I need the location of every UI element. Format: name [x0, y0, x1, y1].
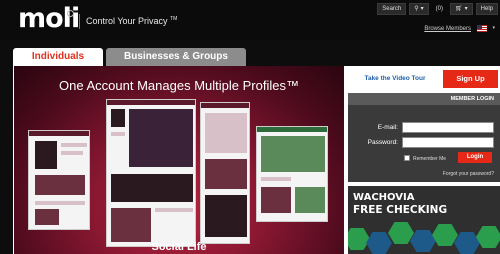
cart-button[interactable]: 🛒︎ ▾	[450, 3, 473, 15]
cart-count-label: (0)	[435, 6, 444, 12]
ad-decoration	[432, 224, 458, 246]
help-button[interactable]: Help	[475, 3, 498, 15]
tagline-trademark: TM	[170, 16, 178, 22]
password-label: Password:	[367, 139, 398, 146]
search-button[interactable]: Search	[377, 3, 407, 15]
ad-decoration	[366, 232, 392, 254]
ad-decoration	[348, 228, 370, 250]
email-label: E-mail:	[377, 124, 398, 131]
site-header: moli Control Your Privacy TM Search ⚲ ▾ …	[0, 0, 500, 40]
login-button[interactable]: Login	[458, 152, 492, 163]
hero-banner[interactable]: One Account Manages Multiple Profiles™ S…	[14, 66, 344, 254]
header-divider	[79, 14, 80, 29]
us-flag-icon[interactable]	[477, 25, 487, 32]
profile-screenshot	[200, 102, 250, 244]
ad-subtitle: FREE CHECKING	[353, 204, 448, 216]
search-icon: ⚲	[414, 6, 419, 12]
wachovia-ad-banner[interactable]: WACHOVIA FREE CHECKING	[348, 186, 500, 254]
tagline-text: Control Your Privacy	[86, 16, 168, 26]
profile-screenshot	[256, 126, 328, 222]
browse-members-link[interactable]: Browse Members	[424, 26, 471, 32]
forgot-password-link[interactable]: Forgot your password?	[388, 171, 494, 177]
password-field[interactable]	[402, 137, 494, 148]
tab-businesses-groups[interactable]: Businesses & Groups	[106, 48, 246, 66]
remember-me-checkbox[interactable]	[404, 155, 410, 161]
ad-title: WACHOVIA	[353, 192, 415, 203]
hero-headline: One Account Manages Multiple Profiles™	[59, 78, 299, 93]
ad-decoration	[476, 226, 500, 248]
ad-decoration	[410, 230, 436, 252]
cart-count[interactable]: (0)	[432, 3, 447, 15]
member-login-box: MEMBER LOGIN E-mail: Password: Remember …	[348, 93, 500, 182]
search-options-button[interactable]: ⚲ ▾	[409, 3, 429, 15]
tab-individuals[interactable]: Individuals	[13, 48, 103, 66]
chevron-down-icon: ▾	[420, 6, 424, 12]
sign-up-button[interactable]: Sign Up	[443, 70, 498, 88]
profile-screenshot	[28, 130, 90, 230]
logo-registered-mark	[67, 10, 74, 17]
ad-decoration	[454, 232, 480, 254]
moli-logo[interactable]: moli	[18, 4, 80, 34]
profile-screenshot	[106, 99, 196, 247]
remember-me-label: Remember Me	[413, 156, 447, 162]
top-utility-bar: Search ⚲ ▾ (0) 🛒︎ ▾ Help	[377, 3, 498, 15]
ad-decoration	[388, 222, 414, 244]
cart-icon: 🛒︎	[455, 6, 463, 12]
email-field[interactable]	[402, 122, 494, 133]
tagline: Control Your Privacy TM	[86, 16, 177, 26]
chevron-down-icon[interactable]: ▾	[492, 25, 495, 31]
hero-caption: Social Life	[151, 241, 207, 253]
member-login-title: MEMBER LOGIN	[348, 93, 500, 105]
chevron-down-icon: ▾	[464, 6, 468, 12]
video-tour-link[interactable]: Take the Video Tour	[349, 70, 441, 88]
help-label: Help	[480, 6, 493, 12]
search-label: Search	[382, 6, 402, 12]
